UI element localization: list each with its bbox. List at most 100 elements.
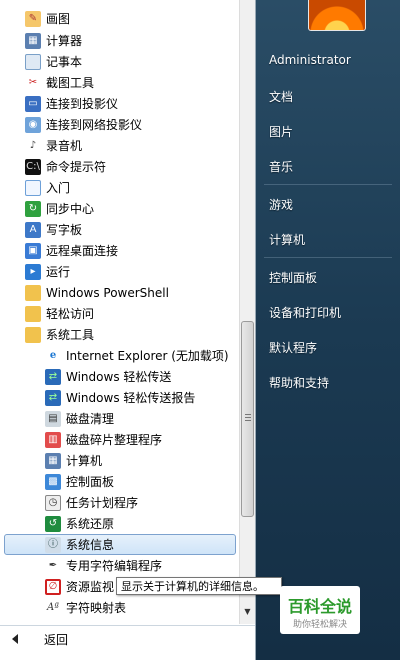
right-item-devices-printers[interactable]: 设备和打印机 bbox=[269, 304, 341, 321]
character-map-icon: Aª bbox=[45, 599, 61, 616]
all-programs-pane: ✎ 画图 ▦ 计算器 记事本 ✂ 截图工具 ▭ 连接到投影仪 ◉ 连接到网络投影仪 ♪ 录音… bbox=[0, 0, 256, 660]
back-label: 返回 bbox=[44, 633, 69, 647]
program-snipping-tool[interactable]: ✂ 截图工具 bbox=[0, 72, 238, 93]
program-network-projector[interactable]: ◉ 连接到网络投影仪 bbox=[0, 114, 238, 135]
right-item-games[interactable]: 游戏 bbox=[269, 196, 293, 213]
program-internet-explorer[interactable]: e Internet Explorer (无加载项) bbox=[0, 345, 238, 366]
program-label: 资源监视 bbox=[66, 580, 115, 594]
program-label: 远程桌面连接 bbox=[46, 244, 119, 258]
program-calculator[interactable]: ▦ 计算器 bbox=[0, 30, 238, 51]
folder-ease-of-access[interactable]: 轻松访问 bbox=[0, 303, 238, 324]
program-label: Windows PowerShell bbox=[46, 285, 169, 300]
right-item-default-programs[interactable]: 默认程序 bbox=[269, 339, 317, 356]
tooltip: 显示关于计算机的详细信息。 bbox=[116, 577, 282, 595]
program-paint[interactable]: ✎ 画图 bbox=[0, 8, 238, 29]
program-label: 连接到网络投影仪 bbox=[46, 118, 143, 132]
program-label: 画图 bbox=[46, 12, 71, 26]
user-picture[interactable] bbox=[308, 0, 366, 31]
program-sound-recorder[interactable]: ♪ 录音机 bbox=[0, 135, 238, 156]
program-easy-transfer[interactable]: ⇄ Windows 轻松传送 bbox=[0, 366, 238, 387]
watermark-title: 百科全说 bbox=[287, 597, 352, 616]
right-item-help-support[interactable]: 帮助和支持 bbox=[269, 374, 329, 391]
program-label: 录音机 bbox=[46, 139, 83, 153]
disk-defragmenter-icon: ▥ bbox=[45, 431, 61, 448]
right-item-computer[interactable]: 计算机 bbox=[269, 231, 305, 248]
program-label: 磁盘碎片整理程序 bbox=[66, 433, 163, 447]
program-character-map[interactable]: Aª 字符映射表 bbox=[0, 597, 238, 618]
internet-explorer-icon: e bbox=[45, 347, 61, 364]
private-character-editor-icon: ✒ bbox=[45, 557, 61, 574]
program-label: Windows 轻松传送 bbox=[66, 370, 172, 384]
paint-icon: ✎ bbox=[25, 10, 41, 27]
program-command-prompt[interactable]: C:\ 命令提示符 bbox=[0, 156, 238, 177]
watermark-subtitle: 助你轻松解决 bbox=[292, 620, 347, 630]
back-button[interactable]: 返回 bbox=[0, 625, 255, 660]
wordpad-icon: A bbox=[25, 221, 41, 238]
program-disk-defragmenter[interactable]: ▥ 磁盘碎片整理程序 bbox=[0, 429, 238, 450]
program-label: 系统信息 bbox=[66, 538, 115, 552]
folder-icon bbox=[25, 305, 41, 322]
program-easy-transfer-report[interactable]: ⇄ Windows 轻松传送报告 bbox=[0, 387, 238, 408]
program-label: 命令提示符 bbox=[46, 160, 107, 174]
folder-system-tools[interactable]: 系统工具 bbox=[0, 324, 238, 345]
start-menu-right-pane: Administrator 文档 图片 音乐 游戏 计算机 控制面板 设备和打印… bbox=[256, 0, 400, 660]
notepad-icon bbox=[25, 53, 41, 70]
network-projector-icon: ◉ bbox=[25, 116, 41, 133]
program-sync-center[interactable]: ↻ 同步中心 bbox=[0, 198, 238, 219]
right-item-control-panel[interactable]: 控制面板 bbox=[269, 269, 317, 286]
program-notepad[interactable]: 记事本 bbox=[0, 51, 238, 72]
resource-monitor-icon: ∅ bbox=[45, 578, 61, 595]
program-remote-desktop[interactable]: ▣ 远程桌面连接 bbox=[0, 240, 238, 261]
program-label: 专用字符编辑程序 bbox=[66, 559, 163, 573]
program-control-panel[interactable]: ▩ 控制面板 bbox=[0, 471, 238, 492]
program-label: Windows 轻松传送报告 bbox=[66, 391, 196, 405]
program-disk-cleanup[interactable]: ▤ 磁盘清理 bbox=[0, 408, 238, 429]
easy-transfer-report-icon: ⇄ bbox=[45, 389, 61, 406]
folder-windows-powershell[interactable]: Windows PowerShell bbox=[0, 282, 238, 303]
scrollbar-grip-icon bbox=[245, 414, 251, 422]
program-label: 轻松访问 bbox=[46, 307, 95, 321]
program-computer[interactable]: ▦ 计算机 bbox=[0, 450, 238, 471]
program-list-scrollbar[interactable]: ▼ bbox=[239, 0, 255, 624]
folder-icon bbox=[25, 326, 41, 343]
right-item-documents[interactable]: 文档 bbox=[269, 88, 293, 105]
program-label: 系统还原 bbox=[66, 517, 115, 531]
program-getting-started[interactable]: 入门 bbox=[0, 177, 238, 198]
right-item-music[interactable]: 音乐 bbox=[269, 158, 293, 175]
control-panel-icon: ▩ bbox=[45, 473, 61, 490]
program-wordpad[interactable]: A 写字板 bbox=[0, 219, 238, 240]
disk-cleanup-icon: ▤ bbox=[45, 410, 61, 427]
remote-desktop-icon: ▣ bbox=[25, 242, 41, 259]
computer-icon: ▦ bbox=[45, 452, 61, 469]
sync-center-icon: ↻ bbox=[25, 200, 41, 217]
microphone-icon: ♪ bbox=[25, 137, 41, 154]
program-label: 磁盘清理 bbox=[66, 412, 115, 426]
system-restore-icon: ↺ bbox=[45, 515, 61, 532]
program-system-information[interactable]: ⓘ 系统信息 bbox=[4, 534, 236, 555]
scrollbar-thumb[interactable] bbox=[241, 321, 254, 517]
right-pane-divider bbox=[264, 257, 392, 258]
program-task-scheduler[interactable]: ◷ 任务计划程序 bbox=[0, 492, 238, 513]
scroll-down-arrow-icon[interactable]: ▼ bbox=[240, 604, 255, 620]
program-label: 写字板 bbox=[46, 223, 83, 237]
watermark-logo: 百科全说 助你轻松解决 bbox=[280, 586, 360, 634]
program-system-restore[interactable]: ↺ 系统还原 bbox=[0, 513, 238, 534]
program-label: 连接到投影仪 bbox=[46, 97, 119, 111]
system-information-icon: ⓘ bbox=[45, 536, 61, 553]
snipping-tool-icon: ✂ bbox=[25, 74, 41, 91]
easy-transfer-icon: ⇄ bbox=[45, 368, 61, 385]
program-label: 运行 bbox=[46, 265, 71, 279]
run-icon: ▸ bbox=[25, 263, 41, 280]
program-label: 系统工具 bbox=[46, 328, 95, 342]
right-item-pictures[interactable]: 图片 bbox=[269, 123, 293, 140]
program-connect-projector[interactable]: ▭ 连接到投影仪 bbox=[0, 93, 238, 114]
calculator-icon: ▦ bbox=[25, 32, 41, 49]
program-private-character-editor[interactable]: ✒ 专用字符编辑程序 bbox=[0, 555, 238, 576]
program-label: 同步中心 bbox=[46, 202, 95, 216]
right-item-user[interactable]: Administrator bbox=[269, 53, 351, 67]
command-prompt-icon: C:\ bbox=[25, 158, 41, 175]
program-list: ✎ 画图 ▦ 计算器 记事本 ✂ 截图工具 ▭ 连接到投影仪 ◉ 连接到网络投影仪 ♪ 录音… bbox=[0, 0, 239, 624]
program-label: 计算机 bbox=[66, 454, 103, 468]
program-label: 记事本 bbox=[46, 55, 83, 69]
program-run[interactable]: ▸ 运行 bbox=[0, 261, 238, 282]
